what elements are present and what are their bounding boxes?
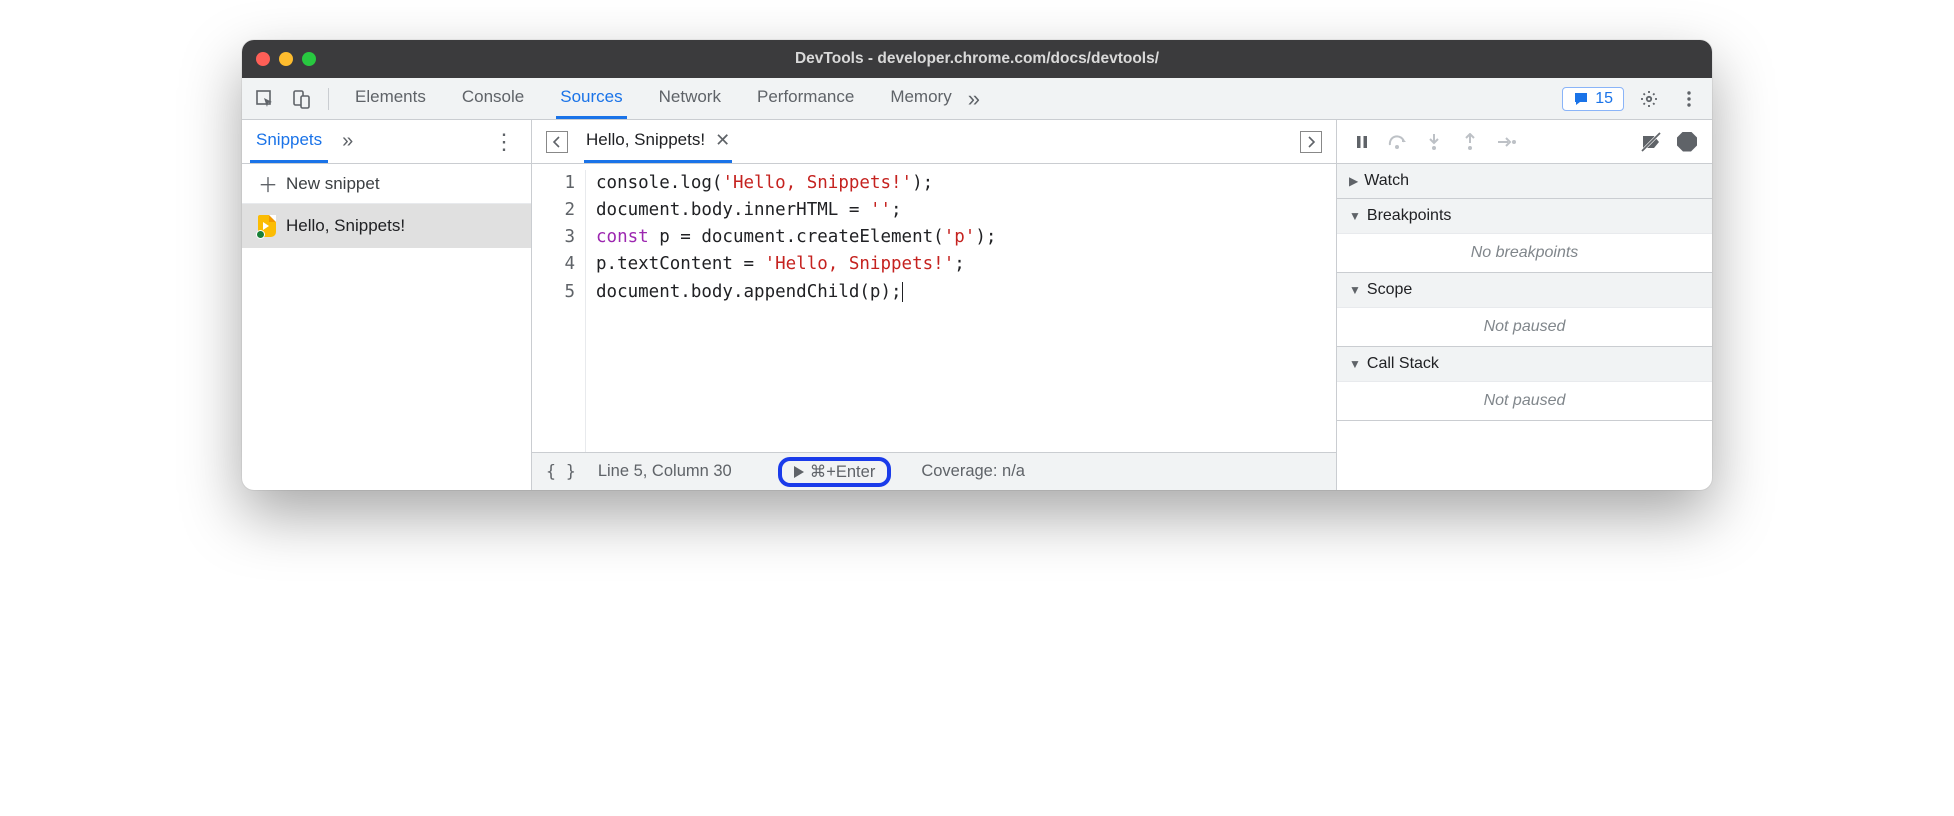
window-close-icon[interactable] [256,52,270,66]
chevron-down-icon: ▼ [1349,357,1361,371]
code-lines[interactable]: console.log('Hello, Snippets!');document… [586,170,996,452]
step-into-icon[interactable] [1423,133,1445,151]
section-label: Call Stack [1367,355,1439,373]
section-body: Not paused [1337,307,1712,346]
main-toolbar: Elements Console Sources Network Performance… [242,78,1712,120]
section-label: Breakpoints [1367,207,1452,225]
debugger-pane: ▶ Watch ▼ Breakpoints No breakpoints ▼ Scope No… [1337,120,1712,490]
section-call-stack: ▼ Call Stack Not paused [1337,347,1712,421]
snippet-name: Hello, Snippets! [286,216,405,236]
tab-network[interactable]: Network [655,78,725,119]
pause-on-exceptions-icon[interactable] [1676,132,1698,152]
navigate-back-icon[interactable] [546,131,568,153]
titlebar[interactable]: DevTools - developer.chrome.com/docs/dev… [242,40,1712,78]
code-editor[interactable]: 12345 console.log('Hello, Snippets!');do… [532,164,1336,452]
more-tabs-icon[interactable]: » [962,86,986,112]
section-label: Watch [1364,172,1409,190]
tab-performance[interactable]: Performance [753,78,858,119]
coverage-status: Coverage: n/a [921,462,1025,481]
chevron-right-icon: ▶ [1349,174,1358,188]
cursor-position: Line 5, Column 30 [598,462,732,481]
separator [328,88,329,110]
section-header[interactable]: ▼ Breakpoints [1337,199,1712,233]
editor-tab[interactable]: Hello, Snippets! ✕ [584,120,732,163]
editor-tabbar: Hello, Snippets! ✕ [532,120,1336,164]
window-maximize-icon[interactable] [302,52,316,66]
issues-badge[interactable]: 15 [1562,87,1624,111]
editor-pane: Hello, Snippets! ✕ 12345 console.log('He… [532,120,1337,490]
main-content: Snippets » ⋮ ＋ New snippet Hello, Snippe… [242,120,1712,490]
kebab-menu-icon[interactable] [1674,84,1704,114]
section-header[interactable]: ▼ Call Stack [1337,347,1712,381]
window-title: DevTools - developer.chrome.com/docs/dev… [242,50,1712,68]
section-body: No breakpoints [1337,233,1712,272]
step-out-icon[interactable] [1459,133,1481,151]
chevron-down-icon: ▼ [1349,283,1361,297]
debugger-toolbar [1337,120,1712,164]
section-header[interactable]: ▼ Scope [1337,273,1712,307]
editor-tab-label: Hello, Snippets! [586,130,705,150]
format-code-button[interactable]: { } [546,462,576,481]
run-shortcut-label: ⌘+Enter [810,462,876,482]
section-header[interactable]: ▶ Watch [1337,164,1712,198]
devtools-window: DevTools - developer.chrome.com/docs/dev… [242,40,1712,490]
section-scope: ▼ Scope Not paused [1337,273,1712,347]
tab-memory[interactable]: Memory [886,78,955,119]
navigator-pane: Snippets » ⋮ ＋ New snippet Hello, Snippe… [242,120,532,490]
traffic-lights [256,52,316,66]
close-tab-icon[interactable]: ✕ [715,130,730,151]
step-icon[interactable] [1495,134,1517,150]
issues-count: 15 [1595,90,1613,108]
device-toggle-icon[interactable] [286,84,316,114]
plus-icon: ＋ [258,169,278,198]
step-over-icon[interactable] [1387,134,1409,150]
run-snippet-button[interactable]: ⌘+Enter [778,457,892,487]
tab-snippets[interactable]: Snippets [250,120,328,163]
settings-icon[interactable] [1634,84,1664,114]
section-breakpoints: ▼ Breakpoints No breakpoints [1337,199,1712,273]
deactivate-breakpoints-icon[interactable] [1640,131,1662,153]
more-navigator-tabs-icon[interactable]: » [342,130,353,153]
tab-sources[interactable]: Sources [556,78,626,119]
pause-icon[interactable] [1351,134,1373,150]
section-label: Scope [1367,281,1412,299]
snippet-list-item[interactable]: Hello, Snippets! [242,204,531,248]
window-minimize-icon[interactable] [279,52,293,66]
line-gutter: 12345 [532,170,586,452]
section-body: Not paused [1337,381,1712,420]
tab-console[interactable]: Console [458,78,528,119]
new-snippet-label: New snippet [286,174,380,194]
debugger-sections: ▶ Watch ▼ Breakpoints No breakpoints ▼ Scope No… [1337,164,1712,421]
navigator-menu-icon[interactable]: ⋮ [485,129,523,155]
panel-tabs: Elements Console Sources Network Performance… [351,78,956,119]
editor-status-bar: { } Line 5, Column 30 ⌘+Enter Coverage: … [532,452,1336,490]
chevron-down-icon: ▼ [1349,209,1361,223]
message-icon [1573,91,1589,107]
inspect-element-icon[interactable] [250,84,280,114]
play-icon [794,466,804,478]
section-watch: ▶ Watch [1337,164,1712,199]
navigator-tabs: Snippets » ⋮ [242,120,531,164]
tab-elements[interactable]: Elements [351,78,430,119]
navigate-forward-icon[interactable] [1300,131,1322,153]
new-snippet-button[interactable]: ＋ New snippet [242,164,531,204]
snippet-file-icon [258,215,276,237]
